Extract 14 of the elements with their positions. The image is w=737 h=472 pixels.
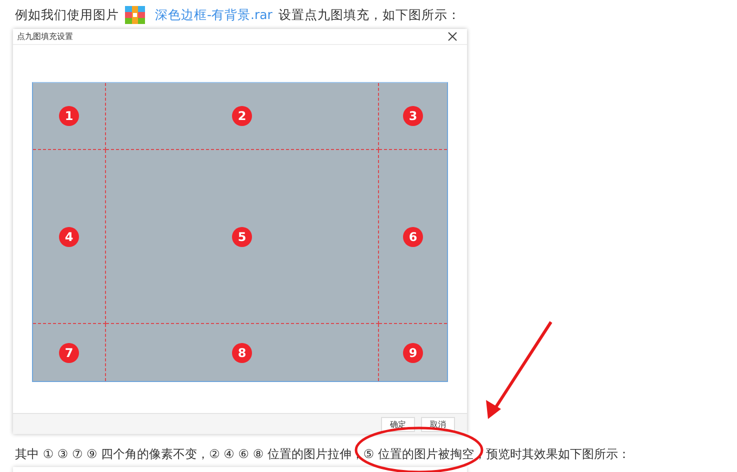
number-badge: 6 [403, 226, 423, 246]
close-icon[interactable] [448, 32, 457, 41]
number-badge: 9 [403, 342, 423, 362]
number-badge: 7 [59, 342, 79, 362]
number-badge: 2 [232, 106, 252, 126]
number-badge: 8 [232, 342, 252, 362]
number-badge: 4 [59, 226, 79, 246]
number-badge: 3 [403, 106, 423, 126]
window-title: 点九图填充设置 [17, 31, 73, 42]
archive-icon [125, 6, 145, 24]
number-badge: 1 [59, 106, 79, 126]
intro-text: 例如我们使用图片 [15, 6, 119, 24]
number-badge: 5 [232, 226, 252, 246]
intro-text: 设置点九图填充，如下图所示： [278, 6, 460, 24]
